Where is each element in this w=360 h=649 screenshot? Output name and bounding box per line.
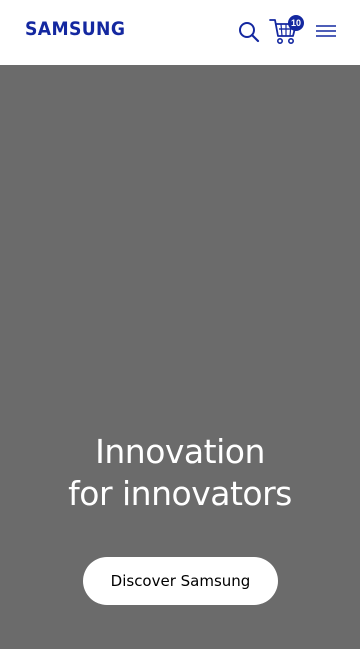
hero-headline-line2: for innovators — [68, 474, 292, 513]
cart-count-badge: 10 — [288, 15, 304, 31]
menu-icon — [316, 25, 336, 37]
discover-samsung-button[interactable]: Discover Samsung — [83, 557, 278, 605]
site-header: SAMSUNG 10 — [0, 0, 360, 65]
hero-headline: Innovation for innovators — [0, 431, 360, 515]
menu-button[interactable] — [314, 20, 338, 42]
search-button[interactable] — [236, 19, 262, 45]
samsung-logo[interactable]: SAMSUNG — [25, 19, 125, 41]
hero-headline-line1: Innovation — [95, 432, 265, 471]
hero-banner: Innovation for innovators Discover Samsu… — [0, 65, 360, 649]
search-icon — [239, 22, 260, 43]
page: SAMSUNG 10 Innovation for innovators Dis… — [0, 0, 360, 649]
